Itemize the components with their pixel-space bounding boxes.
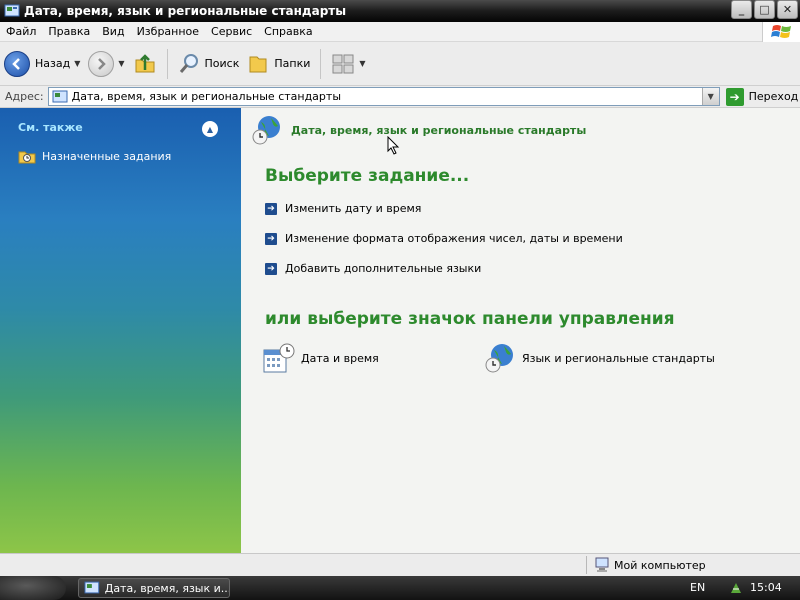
category-title: Дата, время, язык и региональные стандар… [291,123,587,137]
toolbar-separator [320,48,322,79]
forward-button[interactable]: ▼ [84,46,128,82]
menu-tools[interactable]: Сервис [205,25,258,38]
regional-settings-applet[interactable]: Язык и региональные стандарты [484,342,715,374]
regional-settings-icon [485,344,513,373]
system-tray: EN 15:04 [690,576,800,600]
task-label: Изменить дату и время [285,202,422,215]
back-arrow-icon [4,50,30,77]
language-indicator[interactable]: EN [690,581,705,594]
taskbar: Дата, время, язык и... EN 15:04 [0,576,800,600]
address-bar: Адрес: Дата, время, язык и региональные … [0,86,800,108]
folders-label: Папки [274,57,311,70]
folders-button[interactable]: Папки [243,46,314,82]
close-button[interactable]: ✕ [777,0,798,19]
go-label: Переход [748,90,799,103]
views-button[interactable]: ▼ [327,46,369,82]
date-time-applet[interactable]: Дата и время [263,342,379,374]
task-arrow-icon: ➔ [265,262,277,275]
pick-task-title: Выберите задание... [265,166,470,186]
toolbar: Назад ▼ ▼ Поиск Папки ▼ [0,42,800,86]
my-computer-label: Мой компьютер [614,558,706,572]
menu-favorites[interactable]: Избранное [131,25,205,38]
search-icon [179,53,198,73]
task-change-date-time[interactable]: ➔ Изменить дату и время [265,202,421,215]
status-bar: Мой компьютер [0,553,800,576]
address-dropdown-icon[interactable]: ▼ [701,88,719,105]
address-input[interactable]: Дата, время, язык и региональные стандар… [47,87,720,106]
task-label: Добавить дополнительные языки [285,262,482,275]
search-label: Поиск [204,57,240,70]
window-title: Дата, время, язык и региональные стандар… [24,4,347,18]
menu-help[interactable]: Справка [258,25,318,38]
windows-logo-icon [762,22,800,42]
search-button[interactable]: Поиск [174,46,244,82]
status-separator [586,556,587,574]
taskbar-window-button[interactable]: Дата, время, язык и... [78,578,230,598]
task-add-languages[interactable]: ➔ Добавить дополнительные языки [265,262,481,275]
mouse-cursor-icon [387,136,400,155]
toolbar-separator [166,48,168,79]
globe-clock-icon [252,116,280,145]
views-dropdown-icon[interactable]: ▼ [359,59,365,68]
control-panel-icon [4,4,20,17]
regional-settings-label: Язык и региональные стандарты [522,351,715,365]
date-time-icon [263,343,295,373]
forward-arrow-icon [88,50,115,77]
maximize-button[interactable]: □ [754,0,775,19]
date-time-label: Дата и время [301,351,379,365]
menu-file[interactable]: Файл [0,25,42,38]
task-change-formats[interactable]: ➔ Изменение формата отображения чисел, д… [265,232,623,245]
address-label: Адрес: [5,90,44,103]
sidebar-item-scheduled-tasks[interactable]: Назначенные задания [18,148,171,164]
sidebar-item-label: Назначенные задания [42,149,172,163]
my-computer-icon [595,557,609,572]
taskbar-window-label: Дата, время, язык и... [104,581,229,595]
back-label: Назад [35,57,71,70]
go-arrow-icon: ➔ [725,87,744,106]
control-panel-icon [84,581,100,594]
forward-dropdown-icon[interactable]: ▼ [118,59,124,68]
task-arrow-icon: ➔ [265,202,277,215]
scheduled-tasks-icon [18,151,36,164]
main-content: Дата, время, язык и региональные стандар… [241,108,800,553]
go-button[interactable]: ➔ Переход [725,87,799,106]
category-header: Дата, время, язык и региональные стандар… [251,114,586,146]
folders-icon [249,56,267,72]
network-tray-icon[interactable] [728,580,744,596]
task-label: Изменение формата отображения чисел, дат… [285,232,623,245]
address-value: Дата, время, язык и региональные стандар… [71,90,342,103]
collapse-chevron-up-icon[interactable]: ▲ [202,121,218,137]
control-panel-icon [52,90,68,102]
up-button[interactable] [129,46,161,82]
menu-bar: Файл Правка Вид Избранное Сервис Справка [0,22,800,42]
minimize-button[interactable]: _ [731,0,752,19]
see-also-header[interactable]: См. также [18,121,83,134]
back-button[interactable]: Назад ▼ [0,46,84,82]
menu-edit[interactable]: Правка [42,25,96,38]
title-bar[interactable]: Дата, время, язык и региональные стандар… [0,0,800,22]
start-button[interactable] [0,576,66,600]
task-arrow-icon: ➔ [265,232,277,245]
status-my-computer: Мой компьютер [594,557,706,573]
task-pane: См. также ▲ Назначенные задания [0,108,241,553]
pick-icon-title: или выберите значок панели управления [265,309,675,329]
clock[interactable]: 15:04 [750,581,782,594]
back-dropdown-icon[interactable]: ▼ [74,59,80,68]
menu-view[interactable]: Вид [96,25,130,38]
views-icon [332,54,354,73]
folder-up-icon [135,53,155,72]
